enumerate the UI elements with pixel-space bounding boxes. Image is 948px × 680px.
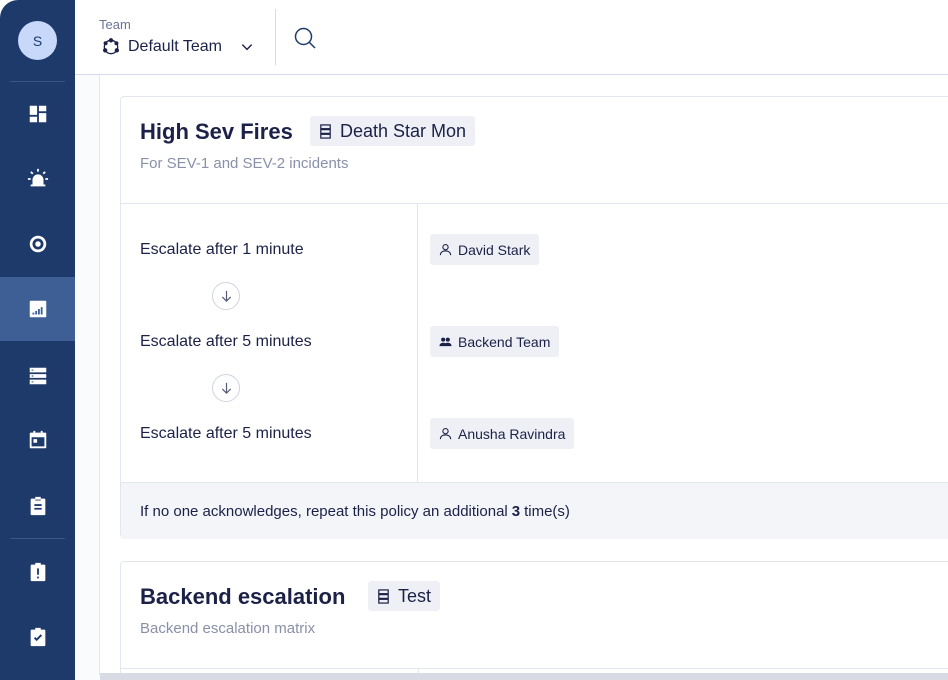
sidebar-divider (10, 538, 65, 539)
clipboard-icon (30, 496, 45, 516)
main-content: High Sev Fires Death Star Mon For SEV-1 … (75, 75, 948, 680)
target-name: David Stark (458, 241, 531, 258)
policy-card: Backend escalation Test Backend escalati… (120, 561, 948, 680)
sidebar-item-escalation-policies[interactable] (0, 277, 75, 341)
service-name: Death Star Mon (340, 120, 467, 141)
policy-card: High Sev Fires Death Star Mon For SEV-1 … (120, 96, 948, 539)
target-name: Backend Team (458, 333, 551, 350)
repeat-prefix: If no one acknowledges, repeat this poli… (140, 502, 508, 520)
arrow-down-icon (212, 374, 240, 402)
repeat-count: 3 (511, 502, 521, 520)
escalation-chart-icon (29, 300, 46, 318)
chevron-down-icon (241, 44, 253, 51)
clipboard-check-icon (30, 627, 45, 647)
sidebar-item-postmortems[interactable] (0, 605, 75, 669)
card-separator (121, 668, 948, 669)
target-icon (29, 235, 46, 253)
calendar-icon (29, 430, 46, 449)
policy-description: Backend escalation matrix (140, 620, 316, 637)
header-divider (275, 9, 276, 65)
policy-title[interactable]: Backend escalation (140, 584, 345, 610)
search-icon[interactable] (293, 26, 317, 50)
policy-description: For SEV-1 and SEV-2 incidents (140, 155, 349, 172)
siren-icon (27, 168, 48, 187)
target-name: Anusha Ravindra (458, 425, 566, 442)
sidebar: S (0, 0, 75, 680)
team-selector[interactable]: Default Team (101, 37, 254, 57)
repeat-policy-note: If no one acknowledges, repeat this poli… (121, 482, 948, 539)
step-label: Escalate after 5 minutes (140, 333, 312, 350)
team-label: Team (99, 17, 131, 32)
user-icon (439, 428, 452, 440)
step-label: Escalate after 1 minute (140, 241, 304, 258)
service-name: Test (398, 585, 432, 606)
sidebar-item-infrastructure[interactable] (0, 344, 75, 408)
sidebar-item-incidents[interactable] (0, 147, 75, 211)
step-label: Escalate after 5 minutes (140, 425, 312, 442)
arrow-down-icon (212, 282, 240, 310)
sidebar-item-dashboard[interactable] (0, 82, 75, 146)
target-chip[interactable]: Backend Team (430, 326, 560, 357)
server-icon (320, 123, 331, 139)
team-name: Default Team (128, 38, 222, 55)
sidebar-item-schedules[interactable] (0, 408, 75, 472)
target-chip[interactable]: Anusha Ravindra (430, 418, 575, 449)
horizontal-scrollbar[interactable] (100, 673, 948, 680)
repeat-suffix: time(s) (524, 502, 570, 520)
clipboard-alert-icon (30, 562, 45, 582)
service-chip[interactable]: Test (368, 581, 441, 611)
server-icon (378, 588, 389, 604)
top-header: Team Default Team (75, 0, 948, 75)
team-icon (103, 38, 120, 55)
service-chip[interactable]: Death Star Mon (310, 116, 476, 146)
user-icon (439, 244, 452, 256)
team-users-icon (439, 337, 452, 347)
sidebar-item-runbooks[interactable] (0, 474, 75, 538)
sidebar-item-services[interactable] (0, 212, 75, 276)
user-avatar[interactable]: S (18, 21, 57, 60)
target-chip[interactable]: David Stark (430, 234, 540, 265)
dashboard-icon (29, 105, 46, 123)
sidebar-item-alerts[interactable] (0, 540, 75, 604)
server-stack-icon (29, 367, 46, 385)
policy-title[interactable]: High Sev Fires (140, 119, 293, 145)
